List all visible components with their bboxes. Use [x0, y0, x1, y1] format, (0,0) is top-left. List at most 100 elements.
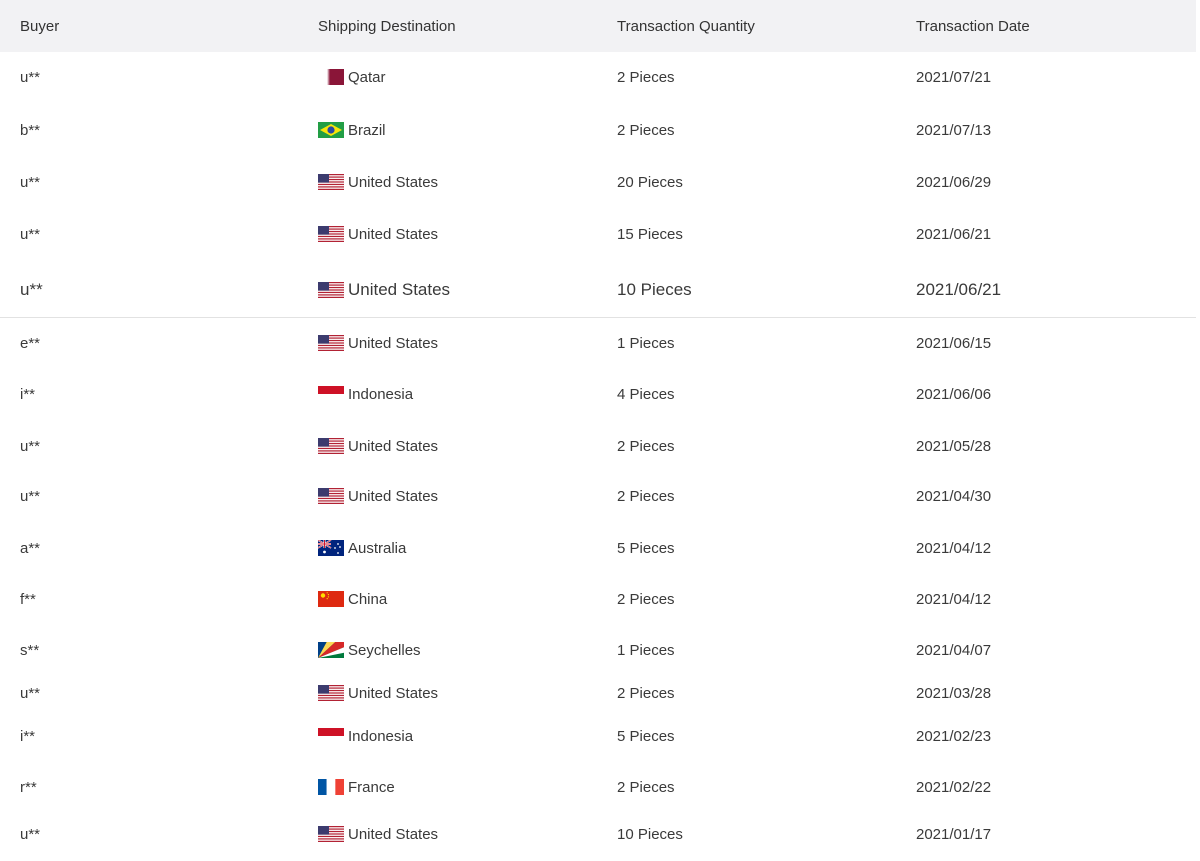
buyer-cell: u** [20, 437, 41, 455]
destination-cell: United States [318, 470, 438, 522]
destination-cell: Brazil [318, 104, 386, 156]
destination-cell: Australia [318, 522, 406, 574]
date-cell: 2021/02/23 [916, 727, 992, 745]
country-name: Australia [348, 539, 407, 557]
destination-cell: Indonesia [318, 710, 413, 762]
destination-cell: United States [318, 317, 438, 369]
quantity-cell: 2 Pieces [617, 778, 675, 796]
quantity-cell: 5 Pieces [617, 727, 675, 745]
table-row: i** Indonesia 4 Pieces 2021/06/06 [0, 368, 1196, 420]
destination-cell: United States [318, 156, 438, 208]
table-row: e** United States 1 Pieces 2021/06/15 [0, 317, 1196, 369]
china-flag-icon [318, 591, 344, 607]
seychelles-flag-icon [318, 642, 344, 658]
qatar-flag-icon [318, 69, 344, 85]
table-row: u** United States 10 Pieces 2021/01/17 [0, 808, 1196, 860]
header-date: Transaction Date [916, 17, 1030, 35]
country-name: Seychelles [348, 641, 421, 659]
country-name: China [348, 590, 388, 608]
buyer-cell: u** [20, 487, 41, 505]
us-flag-icon [318, 438, 344, 454]
destination-cell: France [318, 761, 395, 813]
date-cell: 2021/04/12 [916, 539, 992, 557]
table-row: u** United States 15 Pieces 2021/06/21 [0, 208, 1196, 260]
table-row: u** United States 2 Pieces 2021/04/30 [0, 470, 1196, 522]
date-cell: 2021/06/06 [916, 385, 992, 403]
country-name: United States [348, 279, 451, 299]
us-flag-icon [318, 226, 344, 242]
header-destination: Shipping Destination [318, 17, 456, 35]
quantity-cell: 20 Pieces [617, 173, 683, 191]
quantity-cell: 2 Pieces [617, 437, 675, 455]
date-cell: 2021/06/21 [916, 225, 992, 243]
country-name: United States [348, 487, 439, 505]
table-row: u** United States 20 Pieces 2021/06/29 [0, 156, 1196, 208]
buyer-cell: b** [20, 121, 41, 139]
country-name: United States [348, 334, 439, 352]
quantity-cell: 1 Pieces [617, 334, 675, 352]
us-flag-icon [318, 281, 344, 298]
buyer-cell: u** [20, 173, 41, 191]
date-cell: 2021/04/12 [916, 590, 992, 608]
date-cell: 2021/06/29 [916, 173, 992, 191]
quantity-cell: 4 Pieces [617, 385, 675, 403]
australia-flag-icon [318, 540, 344, 556]
header-quantity: Transaction Quantity [617, 17, 755, 35]
destination-cell: China [318, 573, 387, 625]
quantity-cell: 2 Pieces [617, 590, 675, 608]
country-name: United States [348, 225, 439, 243]
quantity-cell: 2 Pieces [617, 68, 675, 86]
quantity-cell: 2 Pieces [617, 121, 675, 139]
destination-cell: United States [318, 808, 438, 860]
table-row: u** United States 2 Pieces 2021/05/28 [0, 420, 1196, 472]
quantity-cell: 10 Pieces [617, 279, 692, 299]
buyer-cell: u** [20, 279, 43, 299]
table-row: a** Australia 5 Pieces 2021/04/12 [0, 522, 1196, 574]
indonesia-flag-icon [318, 386, 344, 402]
brazil-flag-icon [318, 122, 344, 138]
date-cell: 2021/06/21 [916, 279, 1002, 299]
destination-cell: Indonesia [318, 368, 413, 420]
header-buyer: Buyer [20, 17, 60, 35]
destination-cell: Qatar [318, 52, 386, 102]
country-name: Qatar [348, 68, 386, 86]
quantity-cell: 10 Pieces [617, 825, 683, 843]
buyer-cell: i** [20, 385, 36, 403]
us-flag-icon [318, 685, 344, 701]
us-flag-icon [318, 488, 344, 504]
destination-cell: United States [318, 262, 450, 317]
table-row: f** China 2 Pieces 2021/04/12 [0, 573, 1196, 625]
destination-cell: United States [318, 208, 438, 260]
row-divider [0, 317, 1196, 318]
buyer-cell: u** [20, 68, 41, 86]
country-name: United States [348, 684, 439, 702]
quantity-cell: 15 Pieces [617, 225, 683, 243]
us-flag-icon [318, 335, 344, 351]
date-cell: 2021/07/13 [916, 121, 992, 139]
table-row: u** United States 10 Pieces 2021/06/21 [0, 262, 1196, 317]
country-name: Brazil [348, 121, 386, 139]
table-header: Buyer Shipping Destination Transaction Q… [0, 0, 1196, 52]
buyer-cell: u** [20, 225, 41, 243]
date-cell: 2021/02/22 [916, 778, 992, 796]
date-cell: 2021/05/28 [916, 437, 992, 455]
country-name: Indonesia [348, 727, 414, 745]
table-row: r** France 2 Pieces 2021/02/22 [0, 761, 1196, 813]
country-name: France [348, 778, 395, 796]
buyer-cell: r** [20, 778, 37, 796]
us-flag-icon [318, 826, 344, 842]
date-cell: 2021/01/17 [916, 825, 992, 843]
quantity-cell: 2 Pieces [617, 487, 675, 505]
buyer-cell: u** [20, 825, 41, 843]
destination-cell: United States [318, 420, 438, 472]
us-flag-icon [318, 174, 344, 190]
france-flag-icon [318, 779, 344, 795]
buyer-cell: f** [20, 590, 36, 608]
country-name: United States [348, 437, 439, 455]
date-cell: 2021/06/15 [916, 334, 992, 352]
country-name: Indonesia [348, 385, 414, 403]
buyer-cell: a** [20, 539, 41, 557]
table-row: u** Qatar 2 Pieces 2021/07/21 [0, 52, 1196, 102]
country-name: United States [348, 825, 439, 843]
date-cell: 2021/04/30 [916, 487, 992, 505]
